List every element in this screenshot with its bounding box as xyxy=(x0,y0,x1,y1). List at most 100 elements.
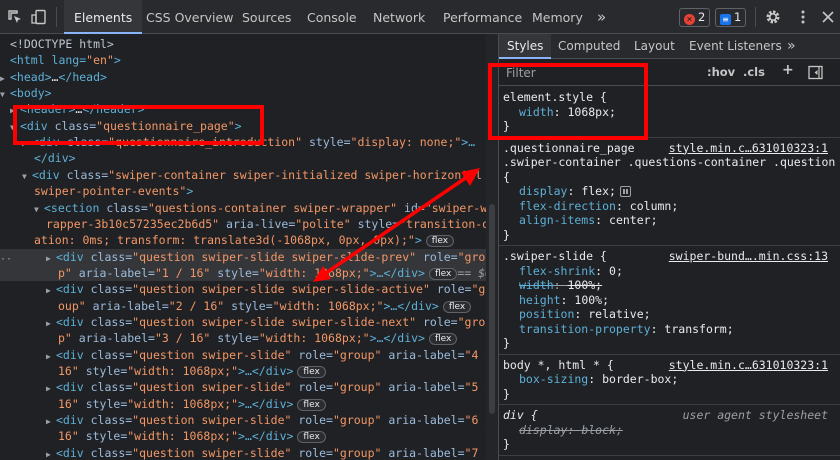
style-declaration[interactable]: height: 100%; xyxy=(499,293,840,307)
rule-source-link[interactable]: style.min.c…631010323:1 xyxy=(669,141,828,155)
dom-node-line[interactable]: ▼ <div class="questionnaire_page"> xyxy=(0,118,498,134)
tab-layout[interactable]: Layout xyxy=(634,34,675,59)
style-rule[interactable]: .questionnaire_page style.min.c…631010323… xyxy=(499,138,840,246)
style-rule[interactable]: .swiper-slide {swiper-bund….min.css:13 fl… xyxy=(499,246,840,355)
dom-node-line[interactable]: ▶ <head>…</head> xyxy=(0,69,498,85)
property-value[interactable]: 100%; xyxy=(567,278,602,292)
property-value[interactable]: flex; xyxy=(581,184,616,198)
dom-node-line[interactable]: ation: 0ms; transform: translate3d(-1068… xyxy=(0,232,498,248)
errors-badge[interactable]: ✕ 2 xyxy=(679,8,711,27)
rule-selector[interactable]: element.style { xyxy=(503,90,607,104)
tab-styles[interactable]: Styles xyxy=(499,34,552,59)
styles-filter-input[interactable] xyxy=(501,63,694,82)
dom-node-line[interactable]: ▶ <div class="question swiper-slide swipe… xyxy=(0,281,498,297)
style-rule[interactable]: div {user agent stylesheet display: block… xyxy=(499,405,840,456)
tab-performance[interactable]: Performance xyxy=(443,0,522,34)
style-declaration[interactable]: display: flex; xyxy=(499,184,840,198)
property-name[interactable]: height xyxy=(519,293,561,307)
tab-event-listeners[interactable]: Event Listeners xyxy=(689,34,782,59)
property-name[interactable]: width xyxy=(519,105,554,119)
tab-computed[interactable]: Computed xyxy=(558,34,620,59)
gear-icon[interactable] xyxy=(765,9,781,25)
dom-node-line[interactable]: ▶ <div class="question swiper-slide" role… xyxy=(0,412,498,428)
device-toolbar-icon[interactable] xyxy=(31,9,47,25)
rule-source-link[interactable]: swiper-bund….min.css:13 xyxy=(669,249,828,263)
hover-state-button[interactable]: :hov xyxy=(707,65,735,79)
dom-node-line[interactable]: ▶ <div class="question swiper-slide" role… xyxy=(0,347,498,363)
property-value[interactable]: transform; xyxy=(664,322,733,336)
property-name[interactable]: align-items xyxy=(519,213,595,227)
property-value[interactable]: 100%; xyxy=(574,293,609,307)
rule-selector[interactable]: .swiper-container .questions-container .… xyxy=(503,155,835,169)
dom-node-line[interactable]: swiper-pointer-events"> xyxy=(0,183,498,199)
style-declaration[interactable]: box-sizing: border-box; xyxy=(499,372,840,386)
tab-sources[interactable]: Sources xyxy=(242,0,291,34)
dom-node-line[interactable]: ▶ <div class="question swiper-slide" role… xyxy=(0,379,498,395)
rule-selector[interactable]: .questionnaire_page xyxy=(503,141,635,155)
dom-node-line[interactable]: 16" style="width: 1068px;">…</div> flex xyxy=(0,396,498,412)
dom-node-line[interactable]: rapper-3b10c57235ec2b6d5" aria-live="pol… xyxy=(0,216,498,232)
more-tabs-button[interactable]: » xyxy=(597,0,606,34)
tab-css-overview[interactable]: CSS Overview xyxy=(146,0,233,34)
dom-node-line[interactable]: p" aria-label="1 / 16" style="width: 106… xyxy=(0,264,498,281)
dom-node-line[interactable]: ▼ <body> xyxy=(0,85,498,101)
style-declaration[interactable]: align-items: center; xyxy=(499,213,840,227)
rule-source-link[interactable]: style.min.c…631010323:1 xyxy=(669,358,828,372)
dom-node-line[interactable]: </div> xyxy=(0,150,498,166)
style-declaration[interactable]: width: 1068px; xyxy=(499,105,840,119)
style-rule[interactable]: element.style {width: 1068px;} xyxy=(499,87,840,138)
property-value[interactable]: border-box; xyxy=(602,372,678,386)
dom-node-line[interactable]: <!DOCTYPE html> xyxy=(0,36,498,52)
rule-selector[interactable]: body *, html * { xyxy=(503,358,614,372)
dom-node-line[interactable]: ▶ <div class="questionnaire_introduction"… xyxy=(0,134,498,150)
tab-network[interactable]: Network xyxy=(373,0,425,34)
property-name[interactable]: width xyxy=(519,278,554,292)
style-declaration[interactable]: flex-direction: column; xyxy=(499,199,840,213)
style-declaration[interactable]: display: block; xyxy=(499,423,840,437)
property-name[interactable]: display xyxy=(519,423,567,437)
dom-node-line[interactable]: ▶ <div class="question swiper-slide swipe… xyxy=(0,314,498,330)
tab-elements[interactable]: Elements xyxy=(64,0,143,34)
close-devtools-icon[interactable] xyxy=(820,9,836,25)
tab-console[interactable]: Console xyxy=(307,0,357,34)
style-declaration[interactable]: transition-property: transform; xyxy=(499,322,840,336)
inspect-element-icon[interactable] xyxy=(7,9,23,25)
dom-node-line[interactable]: ▼ <section class="questions-container swi… xyxy=(0,200,498,216)
toggle-sidebar-icon[interactable] xyxy=(808,65,823,80)
scrollbar-thumb[interactable] xyxy=(489,204,495,414)
dom-node-line[interactable]: ▼ <div class="swiper-container swiper-ini… xyxy=(0,167,498,183)
dom-node-line[interactable]: 16" style="width: 1068px;">…</div> flex xyxy=(0,363,498,379)
property-name[interactable]: transition-property xyxy=(519,322,651,336)
elements-scrollbar[interactable] xyxy=(486,34,498,460)
property-value[interactable]: relative; xyxy=(588,307,650,321)
property-value[interactable]: center; xyxy=(609,213,657,227)
style-declaration[interactable]: position: relative; xyxy=(499,307,840,321)
property-name[interactable]: box-sizing xyxy=(519,372,588,386)
property-name[interactable]: flex-direction xyxy=(519,199,616,213)
dom-node-line[interactable]: ▶ <div class="question swiper-slide" role… xyxy=(0,445,498,460)
dom-node-line[interactable]: p" aria-label="3 / 16" style="width: 106… xyxy=(0,330,498,346)
rule-selector[interactable]: div { xyxy=(503,408,538,422)
property-name[interactable]: display xyxy=(519,184,567,198)
class-toggle-button[interactable]: .cls xyxy=(743,65,765,79)
style-declaration[interactable]: flex-shrink: 0; xyxy=(499,264,840,278)
messages-badge[interactable]: ≡ 1 xyxy=(715,8,747,27)
style-rule[interactable]: body *, html * {style.min.c…631010323:1 b… xyxy=(499,355,840,405)
style-declaration[interactable]: width: 100%; xyxy=(499,278,840,292)
property-value[interactable]: column; xyxy=(630,199,678,213)
property-value[interactable]: 0; xyxy=(609,264,623,278)
dom-node-line[interactable]: 16" style="width: 1068px;">…</div> flex xyxy=(0,428,498,444)
property-value[interactable]: block; xyxy=(581,423,623,437)
dom-node-line[interactable]: ▶ <header>…</header> xyxy=(0,101,498,117)
flexbox-editor-icon[interactable] xyxy=(619,186,631,197)
dom-node-line[interactable]: oup" aria-label="2 / 16" style="width: 1… xyxy=(0,298,498,314)
new-style-rule-button[interactable]: + xyxy=(782,62,794,78)
tab-memory[interactable]: Memory xyxy=(532,0,583,34)
property-value[interactable]: 1068px; xyxy=(567,105,615,119)
dom-node-line[interactable]: <html lang="en"> xyxy=(0,52,498,68)
rule-selector[interactable]: .swiper-slide { xyxy=(503,249,607,263)
kebab-menu-icon[interactable] xyxy=(795,9,811,25)
more-sidebar-tabs-button[interactable]: » xyxy=(787,34,796,59)
dom-node-line[interactable]: ▶ <div class="question swiper-slide swipe… xyxy=(0,248,498,265)
property-name[interactable]: flex-shrink xyxy=(519,264,595,278)
